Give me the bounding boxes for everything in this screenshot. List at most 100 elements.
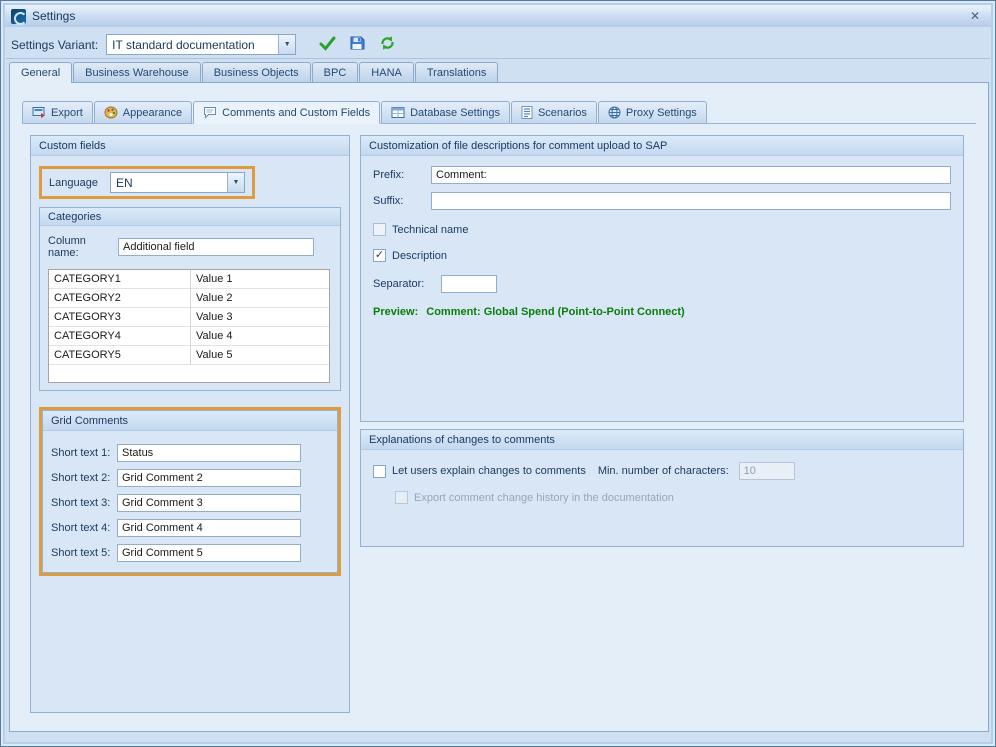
chevron-down-icon[interactable]: ▼ xyxy=(278,35,295,54)
table-row[interactable]: CATEGORY3 Value 3 xyxy=(49,308,329,327)
chevron-down-icon[interactable]: ▼ xyxy=(227,173,244,192)
category-cell[interactable]: CATEGORY3 xyxy=(49,308,191,327)
suffix-label: Suffix: xyxy=(373,195,431,207)
tab-translations[interactable]: Translations xyxy=(415,62,499,82)
separator-input[interactable] xyxy=(441,275,497,293)
min-chars-label: Min. number of characters: xyxy=(598,465,729,477)
close-button[interactable]: ✕ xyxy=(965,8,985,24)
language-label: Language xyxy=(49,177,98,189)
short-text-2-input[interactable] xyxy=(117,469,301,487)
tab-export[interactable]: Export xyxy=(22,101,93,123)
tab-label: Scenarios xyxy=(538,107,587,119)
column-name-input[interactable] xyxy=(118,238,314,256)
export-history-label: Export comment change history in the doc… xyxy=(414,492,674,504)
short-text-5-label: Short text 5: xyxy=(51,547,117,559)
category-cell[interactable]: CATEGORY1 xyxy=(49,270,191,289)
comment-bubble-icon xyxy=(203,106,217,119)
save-icon xyxy=(349,35,365,54)
tab-label: Business Warehouse xyxy=(85,67,189,79)
sap-customization-group: Customization of file descriptions for c… xyxy=(360,135,964,422)
description-checkbox[interactable] xyxy=(373,249,386,262)
let-users-explain-label: Let users explain changes to comments xyxy=(392,465,586,477)
value-cell[interactable]: Value 1 xyxy=(191,270,329,289)
tab-scenarios[interactable]: Scenarios xyxy=(511,101,597,123)
value-cell[interactable]: Value 4 xyxy=(191,327,329,346)
title-bar: Settings ✕ xyxy=(5,5,991,27)
check-icon xyxy=(319,36,336,54)
tab-business-objects[interactable]: Business Objects xyxy=(202,62,311,82)
variant-value: IT standard documentation xyxy=(112,38,255,52)
category-cell[interactable]: CATEGORY2 xyxy=(49,289,191,308)
palette-icon xyxy=(104,106,118,119)
short-text-4-input[interactable] xyxy=(117,519,301,537)
group-caption: Explanations of changes to comments xyxy=(361,430,963,450)
category-cell[interactable]: CATEGORY4 xyxy=(49,327,191,346)
prefix-label: Prefix: xyxy=(373,169,431,181)
grid-comments-highlight-box: Grid Comments Short text 1: Short text 2… xyxy=(39,407,341,576)
tab-label: General xyxy=(21,67,60,79)
globe-icon xyxy=(608,106,621,119)
value-cell[interactable]: Value 5 xyxy=(191,346,329,365)
categories-table: CATEGORY1 Value 1 CATEGORY2 Value 2 CATE… xyxy=(48,269,330,383)
tab-bpc[interactable]: BPC xyxy=(312,62,359,82)
tab-label: Translations xyxy=(427,67,487,79)
save-button[interactable] xyxy=(344,33,370,57)
column-name-label: Column name: xyxy=(48,235,118,259)
short-text-1-input[interactable] xyxy=(117,444,301,462)
tab-business-warehouse[interactable]: Business Warehouse xyxy=(73,62,201,82)
preview-row: Preview: Comment: Global Spend (Point-to… xyxy=(373,306,951,318)
tab-general[interactable]: General xyxy=(9,62,72,83)
table-row[interactable]: CATEGORY5 Value 5 xyxy=(49,346,329,365)
let-users-explain-checkbox[interactable] xyxy=(373,465,386,478)
toolbar: Settings Variant: IT standard documentat… xyxy=(6,31,990,59)
refresh-button[interactable] xyxy=(374,33,400,57)
tab-label: Comments and Custom Fields xyxy=(222,107,370,119)
explanations-group: Explanations of changes to comments Let … xyxy=(360,429,964,547)
tab-label: Database Settings xyxy=(410,107,500,119)
custom-fields-group: Custom fields Language EN ▼ Categories C… xyxy=(30,135,350,713)
sub-tab-strip: Export Appearance Comments and Custom Fi… xyxy=(22,101,976,124)
technical-name-checkbox[interactable] xyxy=(373,223,386,236)
tab-label: Appearance xyxy=(123,107,182,119)
group-caption: Customization of file descriptions for c… xyxy=(361,136,963,156)
export-history-checkbox[interactable] xyxy=(395,491,408,504)
language-dropdown[interactable]: EN ▼ xyxy=(110,172,245,193)
short-text-2-label: Short text 2: xyxy=(51,472,117,484)
window-title: Settings xyxy=(32,9,75,23)
export-icon xyxy=(32,106,46,119)
tab-label: Business Objects xyxy=(214,67,299,79)
tab-label: BPC xyxy=(324,67,347,79)
preview-text: Comment: Global Spend (Point-to-Point Co… xyxy=(426,306,684,318)
min-chars-input[interactable] xyxy=(739,462,795,480)
settings-window: Settings ✕ Settings Variant: IT standard… xyxy=(0,0,996,747)
language-value: EN xyxy=(116,176,133,190)
table-row[interactable]: CATEGORY4 Value 4 xyxy=(49,327,329,346)
app-icon xyxy=(11,9,26,24)
settings-variant-dropdown[interactable]: IT standard documentation ▼ xyxy=(106,34,296,55)
prefix-input[interactable] xyxy=(431,166,951,184)
group-caption: Custom fields xyxy=(31,136,349,156)
preview-label: Preview: xyxy=(373,306,418,318)
scenarios-list-icon xyxy=(521,106,533,119)
short-text-3-input[interactable] xyxy=(117,494,301,512)
short-text-4-label: Short text 4: xyxy=(51,522,117,534)
description-label: Description xyxy=(392,250,447,262)
tab-proxy-settings[interactable]: Proxy Settings xyxy=(598,101,707,123)
tab-appearance[interactable]: Appearance xyxy=(94,101,192,123)
tab-database-settings[interactable]: Database Settings xyxy=(381,101,510,123)
category-cell[interactable]: CATEGORY5 xyxy=(49,346,191,365)
tab-comments-and-custom-fields[interactable]: Comments and Custom Fields xyxy=(193,101,380,124)
suffix-input[interactable] xyxy=(431,192,951,210)
table-row[interactable]: CATEGORY2 Value 2 xyxy=(49,289,329,308)
tab-hana[interactable]: HANA xyxy=(359,62,414,82)
tab-label: HANA xyxy=(371,67,402,79)
apply-button[interactable] xyxy=(314,33,340,57)
short-text-5-input[interactable] xyxy=(117,544,301,562)
value-cell[interactable]: Value 3 xyxy=(191,308,329,327)
short-text-3-label: Short text 3: xyxy=(51,497,117,509)
categories-group: Categories Column name: CATEGORY1 Value … xyxy=(39,207,341,391)
variant-label: Settings Variant: xyxy=(11,38,98,52)
table-row[interactable]: CATEGORY1 Value 1 xyxy=(49,270,329,289)
group-caption: Grid Comments xyxy=(43,411,337,431)
value-cell[interactable]: Value 2 xyxy=(191,289,329,308)
